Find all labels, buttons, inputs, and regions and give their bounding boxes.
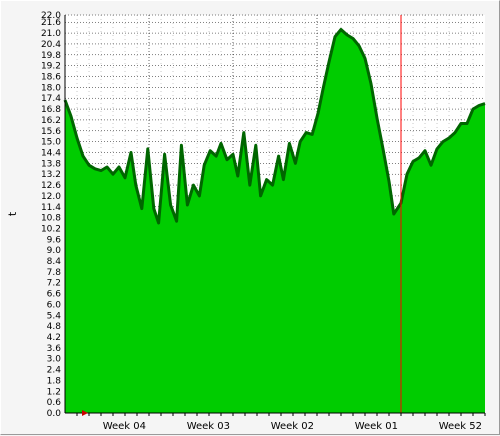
y-tick-label: 4.8 [47, 322, 62, 332]
y-tick-label: 19.8 [41, 51, 61, 61]
y-axis-label: t [6, 211, 19, 216]
y-tick-label: 1.2 [47, 387, 61, 397]
y-tick-label: 12.0 [41, 192, 61, 202]
y-tick-label: 6.6 [47, 290, 62, 300]
y-tick-label: 2.4 [47, 366, 62, 376]
y-tick-label: 16.8 [41, 105, 61, 115]
y-tick-label: 19.2 [41, 62, 61, 72]
y-tick-label: 0.0 [47, 409, 62, 419]
y-tick-label: 14.4 [41, 148, 61, 158]
x-tick-label: Week 52 [439, 421, 482, 432]
x-tick-label: Week 03 [187, 421, 230, 432]
y-tick-label: 20.4 [41, 40, 61, 50]
y-tick-label: 6.0 [47, 300, 62, 310]
y-tick-label: 4.2 [47, 333, 61, 343]
y-tick-label: 7.8 [47, 268, 62, 278]
y-tick-labels: 0.00.61.21.82.43.03.64.24.85.46.06.67.27… [41, 11, 61, 419]
x-tick-label: Week 02 [271, 421, 314, 432]
rrd-area-chart: 0.00.61.21.82.43.03.64.24.85.46.06.67.27… [6, 11, 486, 432]
y-tick-label: 13.8 [41, 159, 61, 169]
y-tick-label: 16.2 [41, 116, 61, 126]
y-tick-label: 17.4 [41, 94, 61, 104]
y-tick-label: 9.6 [47, 235, 62, 245]
y-tick-label: 1.8 [47, 376, 62, 386]
y-tick-label: 22.0 [41, 11, 61, 21]
y-tick-label: 10.2 [41, 224, 61, 234]
y-tick-label: 18.0 [41, 83, 61, 93]
y-tick-label: 10.8 [41, 214, 61, 224]
x-tick-label: Week 04 [103, 421, 146, 432]
y-tick-label: 8.4 [47, 257, 62, 267]
y-tick-label: 5.4 [47, 311, 62, 321]
y-tick-label: 7.2 [47, 279, 61, 289]
y-tick-label: 18.6 [41, 73, 61, 83]
y-tick-label: 11.4 [41, 203, 61, 213]
chart-window: 0.0 0.6 1.2 1.8 2.4 3.0 3.6 4.2 4.8 5.4 6.0 6.6 7.2 7… [0, 0, 500, 435]
y-tick-label: 3.0 [47, 355, 62, 365]
y-tick-label: 13.2 [41, 170, 61, 180]
y-tick-label: 0.6 [47, 398, 62, 408]
y-tick-label: 3.6 [47, 344, 62, 354]
y-tick-label: 9.0 [47, 246, 62, 256]
y-tick-label: 21.0 [41, 29, 61, 39]
x-tick-label: Week 01 [355, 421, 398, 432]
y-tick-label: 15.6 [41, 127, 61, 137]
x-tick-labels: Week 04 Week 03 Week 02 Week 01 Week 52 [103, 421, 482, 432]
y-tick-label: 12.6 [41, 181, 61, 191]
y-tick-label: 15.0 [41, 138, 61, 148]
